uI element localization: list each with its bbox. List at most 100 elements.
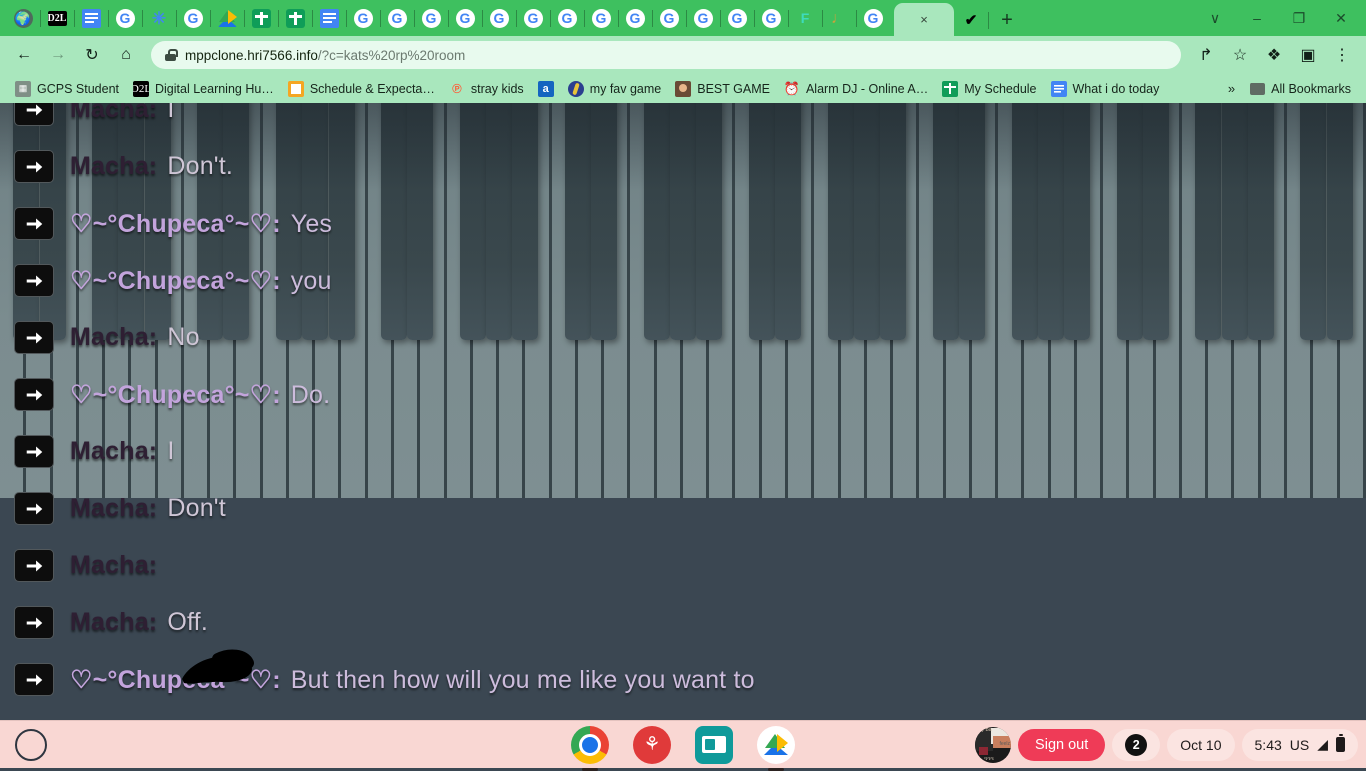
google-tab-3[interactable]: G: [346, 2, 380, 34]
bookmark-item-schedule-expecta[interactable]: Schedule & Expecta…: [281, 78, 442, 100]
bookmark-item-best-game[interactable]: BEST GAME: [668, 78, 777, 100]
tab-search-icon[interactable]: ∨: [1194, 2, 1236, 34]
chat-message: Macha:: [0, 537, 1366, 594]
message-send-arrow-button[interactable]: [14, 264, 54, 297]
google-docs-tab-2[interactable]: [312, 2, 346, 34]
message-send-arrow-button[interactable]: [14, 549, 54, 582]
shelf-app-list: ⚘: [0, 726, 1366, 764]
google-tab-14[interactable]: G: [720, 2, 754, 34]
chat-message-text: Macha:Don't: [70, 494, 226, 523]
maximize-button[interactable]: ❐: [1278, 2, 1320, 34]
google-tab-15[interactable]: G: [754, 2, 788, 34]
bookmark-item-gcps-student[interactable]: ▦GCPS Student: [8, 78, 126, 100]
d2l-tab[interactable]: D2L: [40, 2, 74, 34]
message-send-arrow-button[interactable]: [14, 103, 54, 126]
google-tab-10[interactable]: G: [584, 2, 618, 34]
chat-nickname: Macha:: [70, 152, 157, 180]
reload-button[interactable]: ↻: [76, 39, 108, 71]
close-tab-icon[interactable]: ×: [920, 13, 928, 26]
message-send-arrow-button[interactable]: [14, 435, 54, 468]
message-send-arrow-button[interactable]: [14, 321, 54, 354]
chat-message-body: Yes: [291, 210, 332, 238]
google-tab-7[interactable]: G: [482, 2, 516, 34]
bookmark-items: ▦GCPS StudentD2LDigital Learning Hu…Sche…: [8, 78, 1166, 100]
message-send-arrow-button[interactable]: [14, 606, 54, 639]
google-icon: G: [354, 9, 373, 28]
tab-strip: 🌍D2LG✳GGGGGGGGGGGGGGF♩G × ✔ + ∨ – ❐ ✕: [0, 0, 1366, 36]
calendar-icon: [252, 9, 271, 28]
all-bookmarks-button[interactable]: All Bookmarks: [1243, 79, 1358, 99]
google-sparkle-icon: ✳: [150, 9, 169, 28]
google-tab-9[interactable]: G: [550, 2, 584, 34]
address-bar[interactable]: mppclone.hri7566.info/?c=kats%20rp%20roo…: [151, 41, 1181, 69]
google-tab-11[interactable]: G: [618, 2, 652, 34]
side-panel-icon[interactable]: ▣: [1292, 39, 1324, 71]
battery-icon: [1336, 737, 1345, 752]
bookmark-item-what-i-do-today[interactable]: What i do today: [1044, 78, 1167, 100]
music-note-icon: ♩: [830, 9, 849, 28]
google-tab-5[interactable]: G: [414, 2, 448, 34]
bookmark-item-icon-4[interactable]: a: [531, 78, 561, 100]
chat-message-body: Off.: [167, 608, 208, 636]
google-tab-4[interactable]: G: [380, 2, 414, 34]
chat-message-body: But then how will you me like you want t…: [291, 666, 755, 694]
google-icon: G: [592, 9, 611, 28]
bookmark-item-stray-kids[interactable]: ℗stray kids: [442, 78, 531, 100]
bookmark-item-alarm-dj-online-a[interactable]: ⏰Alarm DJ - Online A…: [777, 78, 935, 100]
extensions-puzzle-icon[interactable]: ❖: [1258, 39, 1290, 71]
google-calendar-tab-2[interactable]: [278, 2, 312, 34]
google-icon: G: [524, 9, 543, 28]
home-button[interactable]: ⌂: [110, 39, 142, 71]
message-send-arrow-button[interactable]: [14, 150, 54, 183]
music-tab[interactable]: ♩: [822, 2, 856, 34]
chat-message: ♡~°Chupeca°~♡:Do.: [0, 366, 1366, 423]
google-calendar-tab-1[interactable]: [244, 2, 278, 34]
new-tab-button[interactable]: +: [988, 4, 1026, 36]
page-content: Macha:IMacha:Don't.♡~°Chupeca°~♡:Yes♡~°C…: [0, 103, 1366, 720]
tab-checkmark[interactable]: ✔: [954, 4, 988, 36]
share-icon[interactable]: ↱: [1190, 39, 1222, 71]
message-send-arrow-button[interactable]: [14, 492, 54, 525]
drive-app-icon[interactable]: [757, 726, 795, 764]
google-tab-8[interactable]: G: [516, 2, 550, 34]
google-drive-tab[interactable]: [210, 2, 244, 34]
google-icon: G: [116, 9, 135, 28]
paint-app-icon[interactable]: ⚘: [633, 726, 671, 764]
back-button[interactable]: ←: [8, 39, 40, 71]
google-tab-1[interactable]: G: [108, 2, 142, 34]
classroom-app-icon[interactable]: [695, 726, 733, 764]
bookmark-item-my-schedule[interactable]: My Schedule: [935, 78, 1043, 100]
figma-tab[interactable]: F: [788, 2, 822, 34]
bookmarks-overflow-icon[interactable]: »: [1220, 81, 1243, 96]
window-controls: ∨ – ❐ ✕: [1194, 0, 1366, 36]
google-tab-13[interactable]: G: [686, 2, 720, 34]
globe-icon: 🌍: [14, 9, 33, 28]
google-sparkle-tab[interactable]: ✳: [142, 2, 176, 34]
message-send-arrow-button[interactable]: [14, 207, 54, 240]
bookmark-item-digital-learning-hu[interactable]: D2LDigital Learning Hu…: [126, 78, 281, 100]
bookmark-star-icon[interactable]: ☆: [1224, 39, 1256, 71]
minimize-button[interactable]: –: [1236, 2, 1278, 34]
send-arrow-icon: [25, 559, 44, 573]
google-icon: G: [694, 9, 713, 28]
forward-button[interactable]: →: [42, 39, 74, 71]
user-avatar[interactable]: airy Bafeelzಇಇಇ: [975, 727, 1011, 763]
chat-nickname: ♡~°Chupeca°~♡:: [70, 210, 281, 238]
chat-message-body: No: [167, 323, 199, 351]
chrome-menu-icon[interactable]: ⋮: [1326, 39, 1358, 71]
google-tab-12[interactable]: G: [652, 2, 686, 34]
google-tab-6[interactable]: G: [448, 2, 482, 34]
bookmark-item-my-fav-game[interactable]: my fav game: [561, 78, 669, 100]
google-tab-2[interactable]: G: [176, 2, 210, 34]
google-icon: G: [864, 9, 883, 28]
close-window-button[interactable]: ✕: [1320, 2, 1362, 34]
active-tab[interactable]: ×: [894, 3, 954, 36]
globe-tab[interactable]: 🌍: [6, 2, 40, 34]
google-docs-tab[interactable]: [74, 2, 108, 34]
message-send-arrow-button[interactable]: [14, 378, 54, 411]
chrome-app-icon[interactable]: [571, 726, 609, 764]
bookmark-label: What i do today: [1073, 82, 1160, 96]
google-tab-16[interactable]: G: [856, 2, 890, 34]
message-send-arrow-button[interactable]: [14, 663, 54, 696]
send-arrow-icon: [25, 331, 44, 345]
